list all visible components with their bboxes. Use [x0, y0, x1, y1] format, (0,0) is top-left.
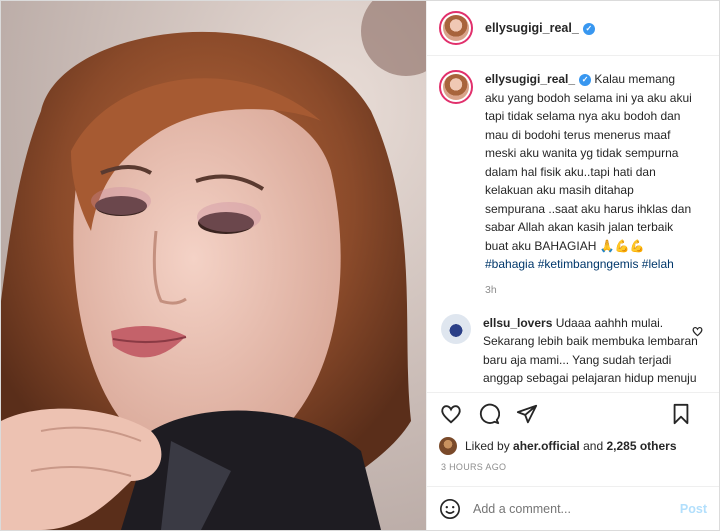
share-icon[interactable] — [515, 402, 539, 426]
caption-hashtags[interactable]: #bahagia #ketimbangngemis #lelah — [485, 257, 674, 271]
caption-avatar[interactable] — [439, 70, 473, 104]
comment-like-heart-icon[interactable] — [692, 326, 703, 340]
post-modal: ellysugigi_real_ ✓ ellysugigi_real_ ✓ Kala… — [0, 0, 720, 531]
comment-input[interactable] — [473, 501, 680, 516]
likes-text: Liked by aher.official and 2,285 others — [465, 439, 677, 453]
caption-body: Kalau memang aku yang bodoh selama ini y… — [485, 72, 692, 253]
post-timestamp[interactable]: 3 HOURS AGO — [427, 458, 719, 480]
comment-icon[interactable] — [477, 402, 501, 426]
caption-time[interactable]: 3h — [485, 284, 695, 296]
verified-badge-icon: ✓ — [582, 22, 595, 35]
commenter-avatar[interactable] — [441, 313, 471, 344]
selfie-image — [1, 1, 426, 530]
action-bar — [427, 392, 719, 434]
likes-count[interactable]: 2,285 others — [606, 439, 676, 453]
caption-text: ellysugigi_real_ ✓ Kalau memang aku yang … — [485, 70, 695, 274]
add-comment-bar: Post — [427, 486, 719, 530]
post-photo[interactable] — [1, 1, 426, 530]
heart-icon[interactable] — [439, 402, 463, 426]
liker-username[interactable]: aher.official — [513, 439, 580, 453]
author-username[interactable]: ellysugigi_real_ ✓ — [485, 21, 595, 35]
bookmark-icon[interactable] — [669, 402, 693, 426]
caption-username[interactable]: ellysugigi_real_ — [485, 72, 575, 86]
caption: ellysugigi_real_ ✓ Kalau memang aku yang … — [439, 70, 707, 314]
commenter-username[interactable]: ellsu_lovers — [483, 316, 552, 330]
likes-prefix: Liked by — [465, 439, 510, 453]
comment-item: ellsu_lovers Udaaa aahhh mulai. Sekarang… — [439, 313, 707, 393]
emoji-icon[interactable] — [439, 498, 461, 520]
post-sidebar: ellysugigi_real_ ✓ ellysugigi_real_ ✓ Kala… — [426, 1, 719, 530]
comments-area[interactable]: ellysugigi_real_ ✓ Kalau memang aku yang … — [427, 56, 719, 392]
likes-joiner: and — [583, 439, 604, 453]
author-username-link[interactable]: ellysugigi_real_ — [485, 21, 579, 35]
likes-summary: Liked by aher.official and 2,285 others — [427, 434, 719, 458]
post-comment-button[interactable]: Post — [680, 502, 707, 516]
post-header: ellysugigi_real_ ✓ — [427, 1, 719, 56]
author-avatar[interactable] — [439, 11, 473, 45]
verified-badge-icon: ✓ — [579, 73, 592, 86]
comment-text: ellsu_lovers Udaaa aahhh mulai. Sekarang… — [483, 314, 701, 393]
liker-avatar[interactable] — [439, 437, 457, 455]
